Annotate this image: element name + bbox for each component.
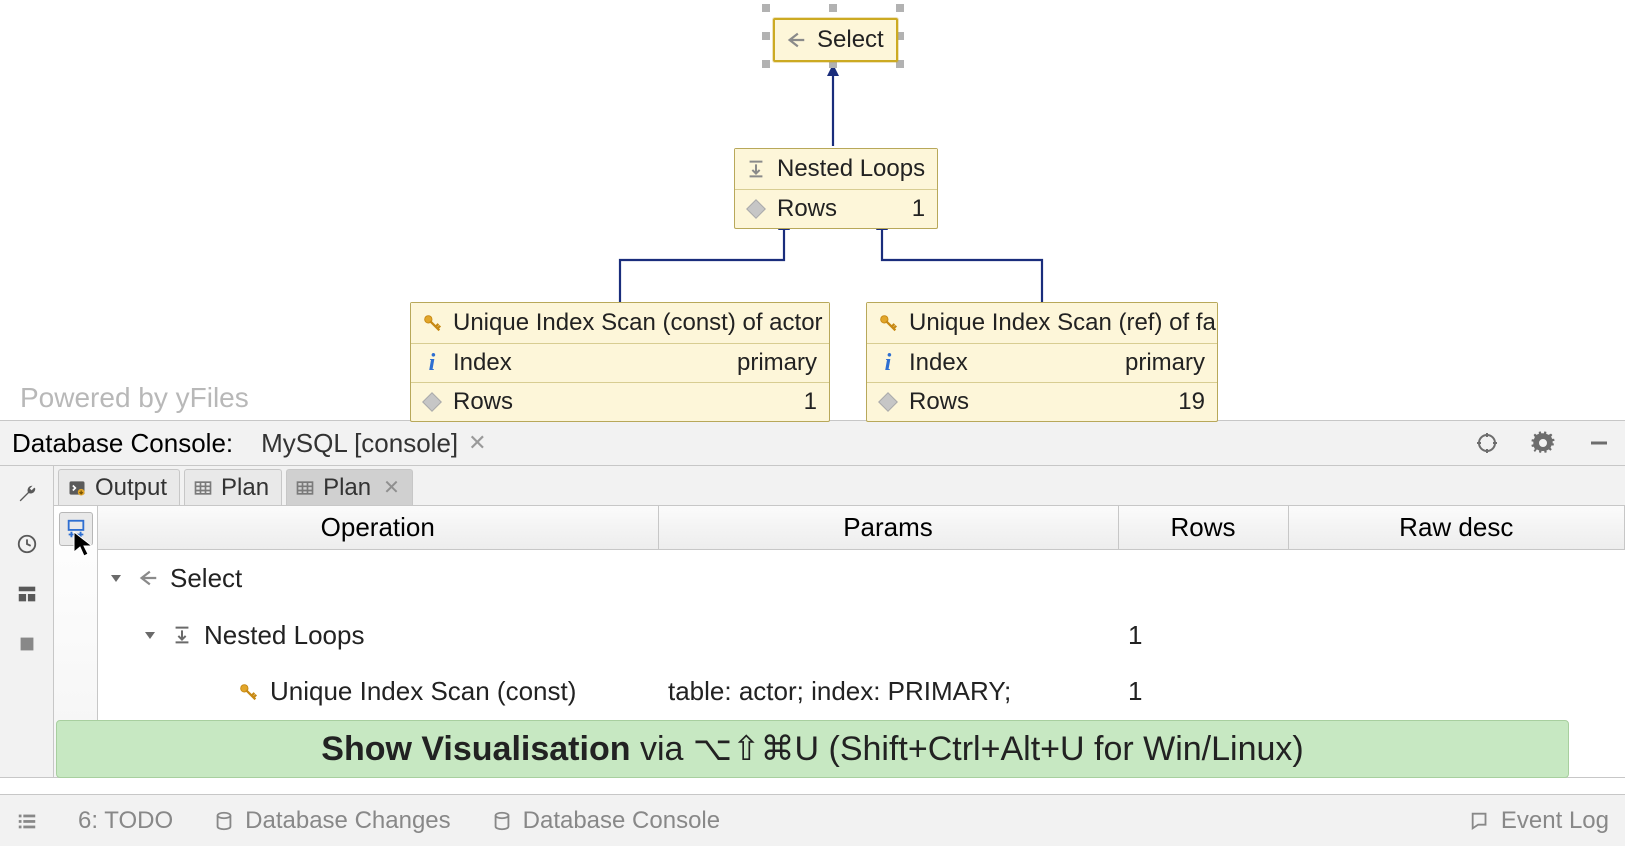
node-label: Unique Index Scan (ref) of fa	[909, 309, 1216, 337]
wrench-button[interactable]	[13, 480, 41, 508]
th-rows[interactable]: Rows	[1118, 506, 1288, 550]
gear-button[interactable]	[1529, 429, 1557, 457]
status-label: 6: TODO	[78, 807, 173, 835]
status-event-log[interactable]: Event Log	[1469, 807, 1609, 835]
download-icon	[745, 158, 767, 180]
graph-node-nested-loops[interactable]: Nested Loops Rows 1	[734, 148, 938, 229]
tab-label: MySQL [console]	[261, 428, 458, 459]
download-icon	[170, 624, 194, 646]
terminal-icon	[67, 478, 87, 498]
cell-raw	[1288, 607, 1625, 664]
tip-banner: Show Visualisation via ⌥⇧⌘U (Shift+Ctrl+…	[56, 720, 1569, 778]
diamond-icon	[877, 391, 899, 413]
node-attr-key: Rows	[777, 195, 837, 223]
minimize-button[interactable]	[1585, 429, 1613, 457]
tab-label: Plan	[323, 474, 371, 502]
tab-plan-1[interactable]: Plan	[184, 469, 282, 505]
close-icon[interactable]: ✕	[383, 475, 400, 500]
key-icon	[421, 312, 443, 334]
th-params[interactable]: Params	[658, 506, 1118, 550]
op-label: Nested Loops	[204, 620, 364, 651]
status-label: Database Console	[523, 807, 720, 835]
node-attr-key: Index	[909, 349, 968, 377]
stop-button[interactable]	[13, 630, 41, 658]
console-title: Database Console:	[12, 428, 233, 459]
node-label: Unique Index Scan (const) of actor	[453, 309, 823, 337]
tip-strong: Show Visualisation	[321, 730, 630, 768]
node-attr-val: 19	[1178, 388, 1205, 416]
close-icon[interactable]: ✕	[468, 430, 486, 456]
table-row[interactable]: Nested Loops 1	[98, 607, 1625, 664]
cell-params	[658, 550, 1118, 607]
node-label: Nested Loops	[777, 155, 925, 183]
tab-label: Plan	[221, 474, 269, 502]
console-tab-mysql[interactable]: MySQL [console] ✕	[261, 428, 486, 459]
node-attr-key: Rows	[453, 388, 513, 416]
cell-raw	[1288, 664, 1625, 721]
inner-tabs: Output Plan Plan ✕	[54, 466, 1625, 506]
diamond-icon	[421, 391, 443, 413]
cursor-pointer-icon	[72, 530, 94, 558]
layout-button[interactable]	[13, 580, 41, 608]
status-db-console[interactable]: Database Console	[491, 807, 720, 835]
graph-node-scan-actor[interactable]: Unique Index Scan (const) of actor i Ind…	[410, 302, 830, 422]
op-label: Unique Index Scan (const)	[270, 676, 576, 707]
chevron-down-icon[interactable]	[108, 570, 126, 586]
tab-plan-2[interactable]: Plan ✕	[286, 469, 413, 505]
history-button[interactable]	[13, 530, 41, 558]
arrow-left-icon	[136, 567, 160, 589]
node-attr-key: Index	[453, 349, 512, 377]
tab-label: Output	[95, 474, 167, 502]
node-label: Select	[817, 26, 884, 54]
grid-icon	[295, 478, 315, 498]
key-icon	[877, 312, 899, 334]
cell-rows: 1	[1118, 607, 1288, 664]
target-button[interactable]	[1473, 429, 1501, 457]
th-operation[interactable]: Operation	[98, 506, 658, 550]
key-icon	[236, 681, 260, 703]
table-row[interactable]: Unique Index Scan (const) table: actor; i…	[98, 664, 1625, 721]
cell-params: table: actor; index: PRIMARY;	[658, 664, 1118, 721]
cell-raw	[1288, 550, 1625, 607]
status-list-button[interactable]	[16, 810, 38, 832]
status-label: Database Changes	[245, 807, 450, 835]
cell-params	[658, 607, 1118, 664]
node-attr-val: primary	[737, 349, 817, 377]
tip-rest: via ⌥⇧⌘U (Shift+Ctrl+Alt+U for Win/Linux…	[631, 730, 1304, 768]
graph-node-scan-fa[interactable]: Unique Index Scan (ref) of fa i Index pr…	[866, 302, 1218, 422]
status-label: Event Log	[1501, 807, 1609, 835]
query-plan-graph[interactable]: Select Nested Loops Rows 1 Unique Index …	[0, 0, 1625, 420]
grid-icon	[193, 478, 213, 498]
status-db-changes[interactable]: Database Changes	[213, 807, 450, 835]
console-titlebar: Database Console: MySQL [console] ✕	[0, 420, 1625, 466]
diamond-icon	[745, 198, 767, 220]
tab-output[interactable]: Output	[58, 469, 180, 505]
info-icon: i	[421, 352, 443, 374]
cell-rows	[1118, 550, 1288, 607]
status-todo[interactable]: 6: TODO	[78, 807, 173, 835]
info-icon: i	[877, 352, 899, 374]
op-label: Select	[170, 563, 242, 594]
th-raw[interactable]: Raw desc	[1288, 506, 1625, 550]
graph-node-select[interactable]: Select	[773, 18, 898, 62]
tool-gutter	[0, 466, 54, 777]
node-attr-key: Rows	[909, 388, 969, 416]
node-attr-val: 1	[912, 195, 925, 223]
status-bar: 6: TODO Database Changes Database Consol…	[0, 794, 1625, 846]
cell-rows: 1	[1118, 664, 1288, 721]
node-attr-val: 1	[804, 388, 817, 416]
yfiles-credit: Powered by yFiles	[20, 382, 249, 414]
chevron-down-icon[interactable]	[142, 627, 160, 643]
table-row[interactable]: Select	[98, 550, 1625, 607]
arrow-left-icon	[785, 29, 807, 51]
node-attr-val: primary	[1125, 349, 1205, 377]
